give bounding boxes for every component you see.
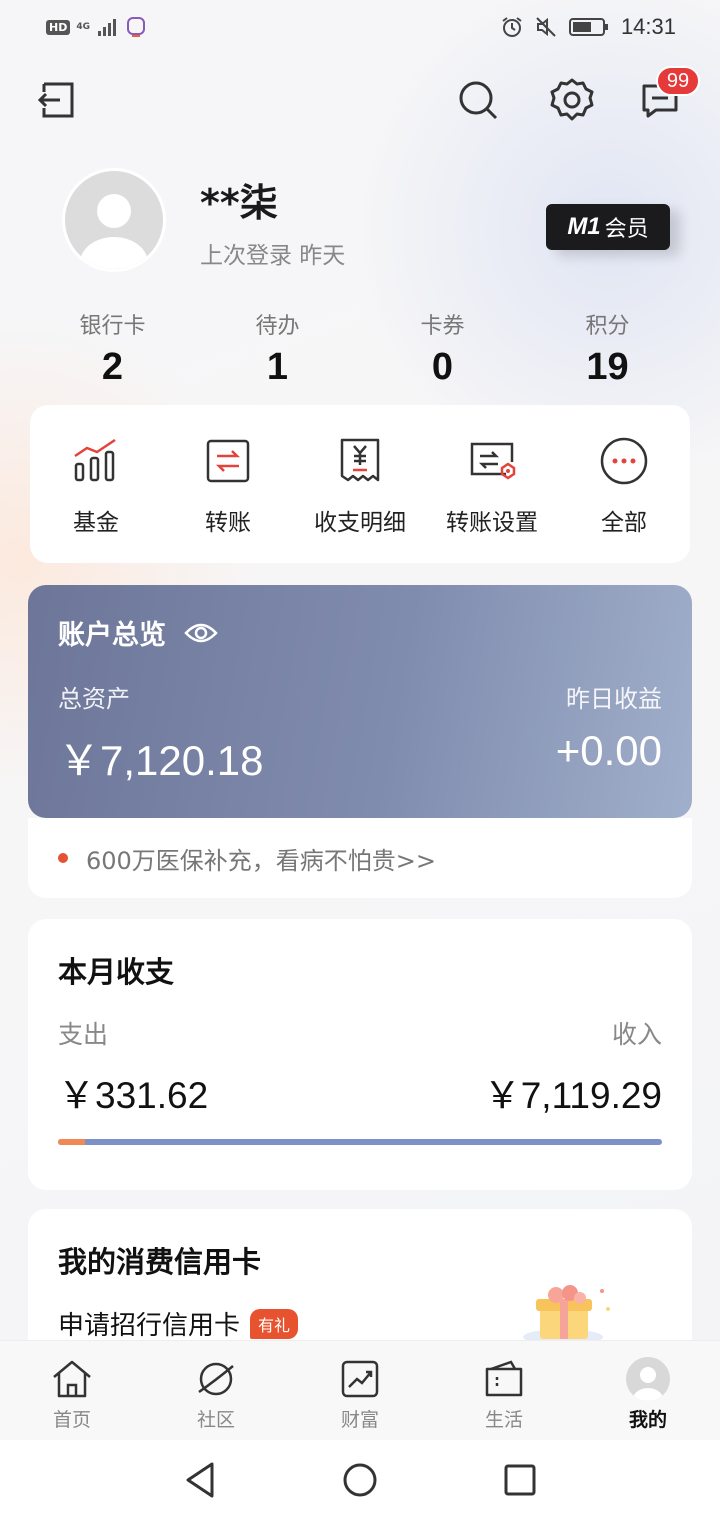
- app-notification-icon: [127, 17, 145, 37]
- home-icon: [50, 1357, 94, 1401]
- promo-text: 600万医保补充，看病不怕贵>>: [86, 846, 437, 875]
- eye-icon[interactable]: [184, 621, 218, 645]
- search-button[interactable]: [454, 76, 502, 124]
- quick-action-label: 全部: [601, 510, 647, 536]
- quick-action-label: 转账设置: [446, 510, 538, 536]
- transfer-icon: [202, 435, 254, 487]
- quick-action-label: 收支明细: [314, 510, 406, 536]
- quick-action-all[interactable]: 全部: [558, 405, 690, 563]
- quick-action-label: 基金: [73, 510, 119, 536]
- overview-title-row: 账户总览: [58, 613, 218, 652]
- avatar-icon: [626, 1357, 670, 1401]
- quick-action-transfer-settings[interactable]: 转账设置: [426, 405, 558, 563]
- stat-bank-cards[interactable]: 银行卡 2: [30, 308, 195, 389]
- member-badge[interactable]: M1 会员: [546, 204, 670, 250]
- wallet-icon: [482, 1357, 526, 1401]
- apply-label: 申请招行信用卡: [58, 1311, 241, 1341]
- alarm-icon: [502, 17, 522, 37]
- quick-action-statement[interactable]: 收支明细: [294, 405, 426, 563]
- receipt-icon: [334, 435, 386, 487]
- expense-value: ￥331.62: [58, 1075, 209, 1116]
- income-expense-bar: [58, 1139, 662, 1145]
- last-login: 上次登录 昨天: [200, 243, 346, 269]
- stat-coupons[interactable]: 卡券 0: [360, 308, 525, 389]
- overview-title: 账户总览: [58, 620, 166, 651]
- nav-label: 社区: [196, 1409, 235, 1431]
- recents-icon[interactable]: [498, 1458, 542, 1502]
- quick-action-transfer[interactable]: 转账: [162, 405, 294, 563]
- battery-icon: [568, 18, 608, 36]
- promo-banner[interactable]: 600万医保补充，看病不怕贵>>: [28, 818, 692, 898]
- back-icon[interactable]: [178, 1458, 222, 1502]
- quick-action-fund[interactable]: 基金: [30, 405, 162, 563]
- bottom-nav: 首页 社区 财富 生活 我的: [0, 1340, 720, 1440]
- stat-label: 卡券: [420, 314, 465, 339]
- stats-row: 银行卡 2 待办 1 卡券 0 积分 19: [30, 308, 690, 389]
- system-nav-bar: [0, 1440, 720, 1520]
- avatar-icon: [80, 194, 148, 269]
- total-assets-label: 总资产: [58, 685, 130, 713]
- stat-points[interactable]: 积分 19: [525, 308, 690, 389]
- quick-action-label: 转账: [205, 510, 251, 536]
- avatar[interactable]: [62, 168, 166, 272]
- monthly-summary-card[interactable]: 本月收支 支出 收入 ￥331.62 ￥7,119.29: [28, 919, 692, 1190]
- member-label: 会员: [604, 217, 649, 242]
- status-left: HD 4G: [46, 16, 146, 38]
- account-overview-card[interactable]: 账户总览 总资产 昨日收益 ￥7,120.18 +0.00: [28, 585, 692, 818]
- gift-tag: 有礼: [250, 1308, 299, 1339]
- promo-dot: [58, 853, 68, 863]
- nav-home[interactable]: 首页: [0, 1341, 144, 1440]
- logout-icon: [37, 82, 74, 118]
- home-circle-icon[interactable]: [338, 1458, 382, 1502]
- nav-wealth[interactable]: 财富: [288, 1341, 432, 1440]
- nav-mine[interactable]: 我的: [576, 1341, 720, 1440]
- stat-value: 0: [431, 346, 454, 388]
- clock: 14:31: [620, 14, 676, 39]
- mute-icon: [536, 17, 556, 37]
- stat-value: 19: [586, 346, 629, 388]
- stat-value: 2: [101, 346, 124, 388]
- expense-bar-fill: [58, 1139, 86, 1145]
- settings-button[interactable]: [548, 76, 596, 124]
- gear-icon: [550, 78, 594, 121]
- stat-value: 1: [266, 346, 289, 388]
- more-icon: [598, 435, 650, 487]
- status-bar: HD 4G 14:31: [0, 0, 720, 56]
- fund-chart-icon: [70, 435, 122, 487]
- income-value: ￥7,119.29: [483, 1075, 662, 1116]
- search-icon: [459, 81, 498, 120]
- apply-credit-card-link[interactable]: 申请招行信用卡 有礼: [58, 1305, 299, 1342]
- nav-label: 生活: [484, 1409, 523, 1431]
- monthly-title: 本月收支: [58, 955, 175, 989]
- member-level: M1: [567, 213, 601, 240]
- stat-label: 银行卡: [79, 314, 146, 339]
- yesterday-yield-value: +0.00: [555, 727, 662, 774]
- expense-label: 支出: [58, 1020, 109, 1049]
- nav-community[interactable]: 社区: [144, 1341, 288, 1440]
- transfer-settings-icon: [466, 435, 518, 487]
- nav-life[interactable]: 生活: [432, 1341, 576, 1440]
- hd-indicator: HD: [46, 19, 71, 35]
- total-assets-value: ￥7,120.18: [58, 737, 264, 784]
- stat-todo[interactable]: 待办 1: [195, 308, 360, 389]
- network-type: 4G: [76, 21, 90, 32]
- logout-button[interactable]: [32, 76, 80, 124]
- stat-label: 待办: [255, 314, 300, 339]
- username: **柒: [200, 181, 278, 225]
- planet-icon: [194, 1357, 238, 1401]
- nav-label: 首页: [52, 1409, 91, 1431]
- credit-title: 我的消费信用卡: [58, 1245, 262, 1279]
- yesterday-yield-label: 昨日收益: [566, 685, 662, 713]
- notification-badge: 99: [656, 66, 700, 96]
- stat-label: 积分: [585, 314, 630, 339]
- nav-label: 我的: [628, 1409, 667, 1431]
- wealth-chart-icon: [338, 1357, 382, 1401]
- income-label: 收入: [611, 1020, 662, 1049]
- quick-actions: 基金 转账 收支明细 转账设置 全部: [30, 405, 690, 563]
- nav-label: 财富: [340, 1409, 379, 1431]
- status-right: 14:31: [501, 14, 676, 40]
- signal-icon: [98, 19, 116, 36]
- gift-box-icon: [523, 1285, 610, 1343]
